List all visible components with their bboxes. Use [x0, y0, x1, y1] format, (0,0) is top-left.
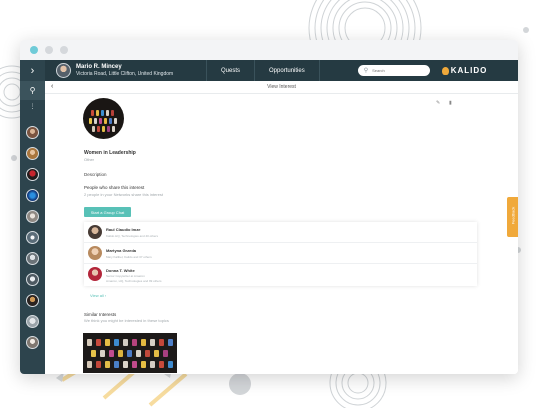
person-subtitle-2: Amazon, HQ, Technologies and 99 others — [106, 279, 162, 283]
sidebar-avatar[interactable] — [26, 126, 39, 139]
person-subtitle: Mary Kalibel, Kalido and 37 others — [106, 255, 152, 259]
sidebar-avatar[interactable] — [26, 168, 39, 181]
search-icon: ⚲ — [363, 68, 369, 74]
sub-header: ‹ View Interest — [45, 81, 518, 94]
minimize-dot-icon[interactable] — [45, 46, 53, 54]
avatar — [88, 267, 102, 281]
search-icon[interactable]: ⚲ — [20, 81, 45, 100]
list-item[interactable]: Raul Claudio Imze Kalido HQ, Technologie… — [84, 222, 477, 243]
person-name: Donna T. White — [106, 268, 135, 273]
logo-text: KALIDO — [450, 66, 488, 75]
chevron-right-icon[interactable]: › — [20, 60, 45, 81]
share-title: People who share this interest — [84, 185, 145, 190]
person-name: Martyna Grzeda — [106, 248, 137, 253]
description-label: Description — [84, 172, 107, 177]
person-name: Raul Claudio Imze — [106, 227, 141, 232]
interest-content: ✎ ▮ Women in Leadership Other Descriptio… — [45, 94, 518, 374]
user-name: Mario R. Mincey — [76, 63, 122, 70]
sidebar: ⚲ ⋮ — [20, 81, 45, 374]
nav-item-quests[interactable]: Quests — [206, 60, 254, 81]
sidebar-avatar[interactable] — [26, 315, 39, 328]
feedback-tab[interactable]: Feedback — [507, 197, 518, 237]
interest-image — [83, 98, 124, 139]
maximize-dot-icon[interactable] — [60, 46, 68, 54]
feedback-label: Feedback — [510, 206, 516, 225]
page: › Mario R. Mincey Victoria Road, Little … — [0, 0, 536, 408]
view-all-link[interactable]: View all › — [90, 293, 106, 298]
similar-interests-subtitle: We think you might be interested in thes… — [84, 318, 169, 323]
sidebar-avatar[interactable] — [26, 336, 39, 349]
avatar — [88, 225, 102, 239]
share-subtitle: 2 people in your Networks share this int… — [84, 192, 163, 197]
trash-icon[interactable]: ▮ — [449, 100, 452, 106]
avatar[interactable] — [56, 63, 71, 78]
interest-category: Other — [84, 157, 95, 162]
user-profile[interactable]: Mario R. Mincey Victoria Road, Little Cl… — [56, 63, 196, 78]
lightbulb-icon — [441, 66, 449, 75]
person-subtitle: Senior Copywriter at Amazon — [106, 274, 145, 278]
search-input[interactable] — [372, 68, 423, 73]
sidebar-avatar[interactable] — [26, 147, 39, 160]
sidebar-avatar[interactable] — [26, 273, 39, 286]
sidebar-avatar[interactable] — [26, 231, 39, 244]
window-chrome — [20, 40, 518, 60]
app-window: › Mario R. Mincey Victoria Road, Little … — [20, 40, 518, 374]
start-group-chat-button[interactable]: Start a Group Chat — [84, 207, 131, 217]
list-item[interactable]: Martyna Grzeda Mary Kalibel, Kalido and … — [84, 243, 477, 264]
people-list: Raul Claudio Imze Kalido HQ, Technologie… — [84, 222, 477, 286]
avatar — [88, 246, 102, 260]
sidebar-avatar[interactable] — [26, 252, 39, 265]
more-vertical-icon[interactable]: ⋮ — [20, 103, 45, 110]
person-subtitle: Kalido HQ, Technologies and 40 others — [106, 234, 158, 238]
similar-interest-image[interactable] — [83, 333, 177, 373]
close-dot-icon[interactable] — [30, 46, 38, 54]
pencil-icon[interactable]: ✎ — [436, 100, 440, 106]
view-all-label: View all — [90, 293, 104, 298]
sidebar-avatar[interactable] — [26, 294, 39, 307]
page-title: View Interest — [267, 84, 296, 90]
search-box[interactable]: ⚲ — [357, 65, 430, 76]
interest-title: Women in Leadership — [84, 150, 136, 156]
similar-interests-title: Similar Interests — [84, 312, 117, 317]
chevron-right-icon: › — [104, 293, 107, 298]
nav-item-opportunities[interactable]: Opportunities — [254, 60, 320, 81]
user-location: Victoria Road, Little Clifton, United Ki… — [76, 70, 174, 77]
top-bar: › Mario R. Mincey Victoria Road, Little … — [20, 60, 518, 81]
list-item[interactable]: Donna T. White Senior Copywriter at Amaz… — [84, 264, 477, 286]
sidebar-avatar[interactable] — [26, 189, 39, 202]
logo[interactable]: KALIDO — [441, 66, 488, 75]
main-nav: Quests Opportunities — [206, 60, 320, 81]
sidebar-avatar[interactable] — [26, 210, 39, 223]
